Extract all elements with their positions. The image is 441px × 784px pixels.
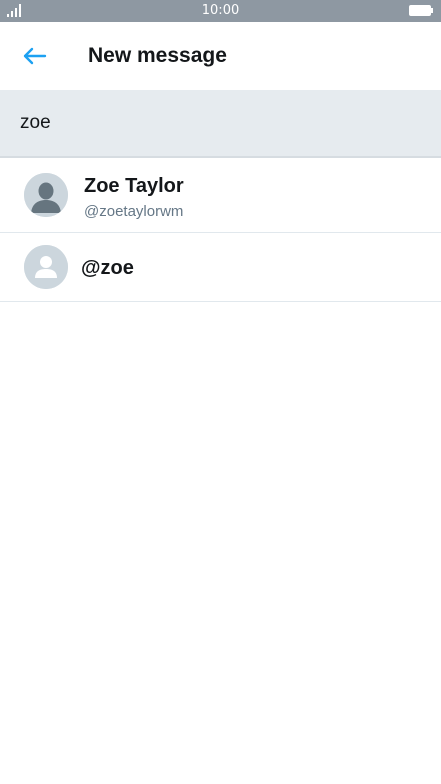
status-clock: 10:00 bbox=[201, 3, 240, 18]
battery-icon bbox=[409, 5, 433, 16]
default-profile-avatar bbox=[24, 173, 68, 217]
page-title: New message bbox=[88, 44, 227, 67]
arrow-left-icon[interactable] bbox=[20, 44, 48, 68]
search-results-list: Zoe Taylor @zoetaylorwm @zoe bbox=[0, 158, 441, 302]
person-silhouette-icon bbox=[24, 173, 68, 217]
result-handle: @zoe bbox=[81, 257, 134, 279]
search-bar bbox=[0, 90, 441, 158]
search-result-user-row[interactable]: Zoe Taylor @zoetaylorwm bbox=[0, 158, 441, 233]
status-bar: 10:00 bbox=[0, 0, 441, 22]
search-result-handle-row[interactable]: @zoe bbox=[0, 233, 441, 302]
result-name: Zoe Taylor bbox=[84, 175, 184, 197]
app-bar: New message bbox=[0, 22, 441, 90]
search-input[interactable] bbox=[0, 90, 441, 156]
result-screen-name: @zoetaylorwm bbox=[84, 203, 184, 220]
person-outline-icon bbox=[24, 245, 68, 289]
generic-user-avatar bbox=[24, 245, 68, 289]
